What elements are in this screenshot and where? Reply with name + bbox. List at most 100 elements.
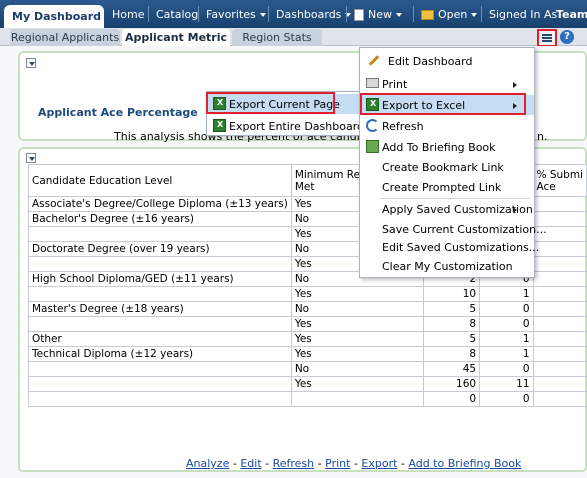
nav-favorites-label: Favorites xyxy=(206,8,256,21)
table-row: Technical Diploma (±12 years) Yes 8 1 xyxy=(28,346,587,362)
nav-new[interactable]: New xyxy=(354,8,402,21)
refresh-link[interactable]: Refresh xyxy=(273,457,315,470)
table-cell: Other xyxy=(28,331,292,347)
chevron-down-icon xyxy=(396,13,402,17)
link-sep: - xyxy=(350,457,362,470)
table-cell: 5 xyxy=(422,301,481,317)
create-bookmark-link-item[interactable]: Create Bookmark Link xyxy=(360,157,534,177)
pencil-icon xyxy=(368,55,380,66)
table-cell: Yes xyxy=(290,316,424,332)
menu-item-label: Save Current Customization... xyxy=(382,223,547,236)
highlight-box xyxy=(206,92,335,114)
table-cell: 0 xyxy=(479,316,534,332)
highlight-box xyxy=(360,93,526,115)
link-sep: - xyxy=(229,457,241,470)
nav-new-label: New xyxy=(368,8,392,21)
tab-applicant-metric[interactable]: Applicant Metric xyxy=(122,29,230,47)
collapse-section-icon[interactable] xyxy=(26,58,36,68)
table-row: No 45 0 xyxy=(28,361,587,377)
page-options-menu: Edit Dashboard Print Export to Excel Ref… xyxy=(359,47,547,278)
menu-item-label: Add To Briefing Book xyxy=(382,141,496,154)
my-dashboard-tab[interactable]: My Dashboard xyxy=(4,5,104,29)
tab-region-stats[interactable]: Region Stats xyxy=(232,29,322,46)
nav-separator xyxy=(481,6,482,22)
link-sep: - xyxy=(397,457,409,470)
menu-item-label: Print xyxy=(382,78,408,91)
nav-separator xyxy=(148,6,149,22)
table-cell xyxy=(532,196,587,212)
apply-saved-customization-item[interactable]: Apply Saved Customization xyxy=(360,199,534,219)
table-cell: 0 xyxy=(422,391,481,407)
nav-home[interactable]: Home xyxy=(112,8,144,21)
menu-item-label: Create Prompted Link xyxy=(382,181,502,194)
section-title: Applicant Ace Percentage xyxy=(38,106,198,119)
export-link[interactable]: Export xyxy=(361,457,397,470)
table-cell xyxy=(28,226,292,242)
create-prompted-link-item[interactable]: Create Prompted Link xyxy=(360,177,534,197)
table-cell: Associate's Degree/College Diploma (±13 … xyxy=(28,196,292,212)
print-item[interactable]: Print xyxy=(360,74,534,94)
column-header-line: % Submi xyxy=(536,168,583,181)
menu-item-label: Edit Dashboard xyxy=(388,55,473,68)
edit-saved-customizations-item[interactable]: Edit Saved Customizations... xyxy=(360,237,539,257)
menu-item-label: Refresh xyxy=(382,120,424,133)
tab-regional-applicants[interactable]: Regional Applicants xyxy=(10,29,120,46)
menu-item-label: Edit Saved Customizations... xyxy=(382,241,540,254)
nav-separator xyxy=(346,6,347,22)
page-options-button[interactable] xyxy=(537,29,557,47)
submenu-arrow-icon xyxy=(513,207,517,213)
printer-icon xyxy=(366,78,379,88)
table-cell xyxy=(28,256,292,272)
save-current-customization-item[interactable]: Save Current Customization... xyxy=(360,219,547,239)
print-link[interactable]: Print xyxy=(325,457,350,470)
table-row: Yes 8 0 xyxy=(28,316,587,332)
table-cell xyxy=(28,361,292,377)
nav-open[interactable]: Open xyxy=(421,8,478,21)
table-cell xyxy=(532,316,587,332)
help-icon[interactable]: ? xyxy=(560,30,574,44)
add-to-briefing-book-link[interactable]: Add to Briefing Book xyxy=(408,457,521,470)
analysis-links: Analyze - Edit - Refresh - Print - Expor… xyxy=(186,457,521,470)
list-menu-icon-bar xyxy=(542,37,552,39)
new-document-icon xyxy=(354,9,364,21)
table-cell: Yes xyxy=(290,376,424,392)
table-cell xyxy=(28,376,292,392)
nav-catalog[interactable]: Catalog xyxy=(156,8,198,21)
table-cell: High School Diploma/GED (±11 years) xyxy=(28,271,292,287)
table-cell: Yes xyxy=(290,286,424,302)
table-cell: 1 xyxy=(479,346,534,362)
table-cell: Technical Diploma (±12 years) xyxy=(28,346,292,362)
table-cell: Yes xyxy=(290,346,424,362)
nav-dashboards[interactable]: Dashboards xyxy=(276,8,352,21)
table-row: Other Yes 5 1 xyxy=(28,331,587,347)
table-cell xyxy=(290,391,424,407)
table-cell xyxy=(532,271,587,287)
column-header: % Submi Ace xyxy=(532,164,587,197)
table-cell: Yes xyxy=(290,331,424,347)
collapse-section-icon[interactable] xyxy=(26,153,36,163)
add-to-briefing-book-item[interactable]: Add To Briefing Book xyxy=(360,137,534,157)
table-cell: 11 xyxy=(479,376,534,392)
edit-dashboard-item[interactable]: Edit Dashboard xyxy=(360,51,534,71)
export-entire-dashboard-item[interactable]: Export Entire Dashboard xyxy=(207,116,364,136)
table-row: Yes 160 11 xyxy=(28,376,587,392)
table-cell xyxy=(532,286,587,302)
analysis-description-tail: n. xyxy=(537,130,548,143)
edit-link[interactable]: Edit xyxy=(240,457,261,470)
clear-my-customization-item[interactable]: Clear My Customization xyxy=(360,256,534,276)
analyze-link[interactable]: Analyze xyxy=(186,457,229,470)
table-cell xyxy=(532,361,587,377)
column-header-line: Ace xyxy=(536,180,556,193)
table-cell: 160 xyxy=(422,376,481,392)
nav-favorites[interactable]: Favorites xyxy=(206,8,266,21)
link-sep: - xyxy=(314,457,326,470)
top-navigation-bar: My Dashboard Home Catalog Favorites Dash… xyxy=(0,0,587,29)
refresh-item[interactable]: Refresh xyxy=(360,116,534,136)
table-cell xyxy=(532,241,587,257)
menu-item-label: Apply Saved Customization xyxy=(382,203,533,216)
table-cell: Doctorate Degree (over 19 years) xyxy=(28,241,292,257)
table-cell: 0 xyxy=(479,391,534,407)
signed-in-user[interactable]: Team xyxy=(556,8,587,21)
table-row: Yes 10 1 xyxy=(28,286,587,302)
table-cell xyxy=(532,376,587,392)
